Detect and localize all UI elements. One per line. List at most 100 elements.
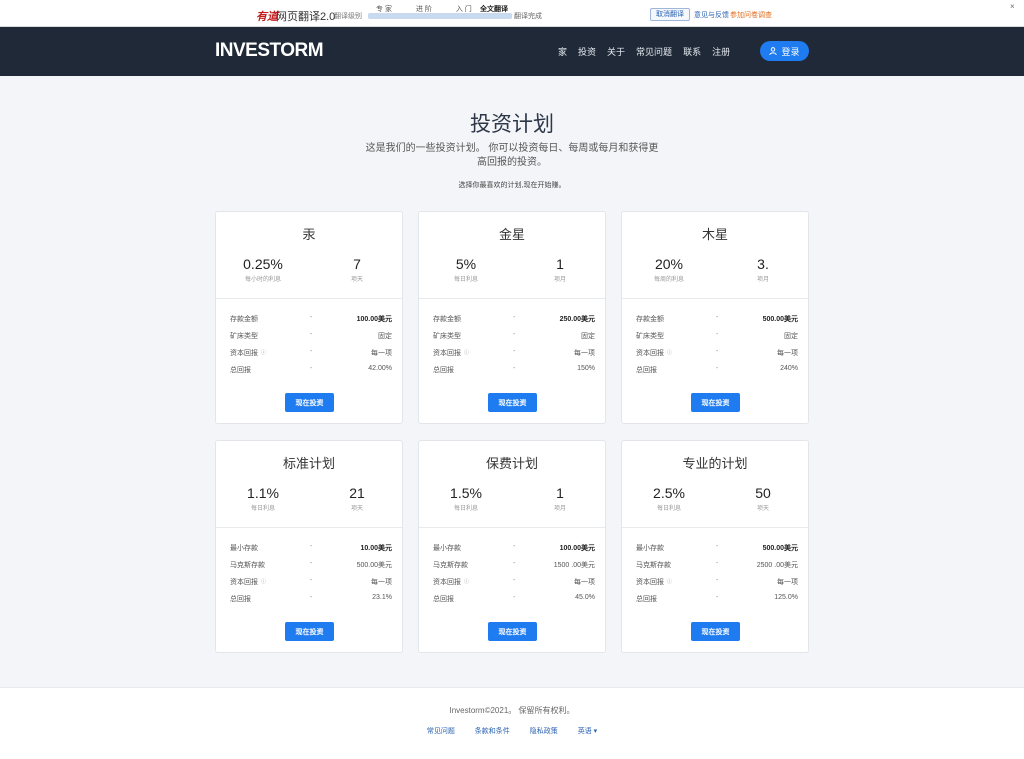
plan-row: 资本回报 ⓘ - 每一项 (636, 577, 798, 594)
plan-interest: 20% 每周的利息 (622, 256, 716, 283)
plan-row-dash: - (513, 314, 516, 321)
plan-row: 马克斯存款 - 500.00美元 (230, 560, 392, 577)
plan-row-value: 每一项 (371, 350, 392, 357)
nav-home[interactable]: 家 (558, 45, 567, 58)
plan-row-dash: - (513, 577, 516, 584)
plan-duration-value: 50 (755, 485, 771, 501)
info-icon[interactable]: ⓘ (667, 578, 672, 585)
plan-interest-label: 每周的利息 (653, 277, 684, 283)
nav-register[interactable]: 注册 (712, 45, 730, 58)
level-expert[interactable]: 专 家 (376, 6, 392, 13)
plan-row-dash: - (716, 577, 719, 584)
nav-menu: 家 投资 关于 常见问题 联系 注册 (558, 45, 741, 58)
info-icon[interactable]: ⓘ (464, 349, 469, 356)
plan-row-key: 总回报 (636, 367, 657, 374)
choose-plan-text: 选择你最喜欢的计划,现在开始赚。 (458, 182, 566, 189)
language-selector[interactable]: 英语 ▾ (578, 728, 597, 735)
plan-details: 存款金额 - 500.00美元 矿床类型 - 固定 资本回报 ⓘ - 每一项 总… (636, 314, 798, 382)
plan-row-dash: - (513, 560, 516, 567)
invest-now-button[interactable]: 现在投资 (285, 622, 334, 641)
plan-duration-label: 项天 (350, 277, 363, 283)
plan-row-dash: - (310, 331, 313, 338)
invest-now-button[interactable]: 现在投资 (488, 622, 537, 641)
youdao-logo: 有道 (256, 11, 278, 23)
toolbar-product-name: 网页翻译2.0 (276, 11, 336, 23)
plan-row-value: 500.00美元 (356, 562, 392, 569)
info-icon[interactable]: ⓘ (261, 578, 266, 585)
plan-row-key: 最小存款 (636, 545, 664, 552)
translation-status: 翻译完成 (514, 13, 542, 20)
invest-now-button[interactable]: 现在投资 (691, 622, 740, 641)
plan-row-key: 存款金额 (636, 316, 664, 323)
plan-interest-value: 1.5% (450, 485, 482, 501)
plan-row-dash: - (513, 543, 516, 550)
plan-row-key: 矿床类型 (230, 333, 258, 340)
plan-interest-value: 2.5% (653, 485, 685, 501)
level-advanced[interactable]: 进 阶 (416, 6, 432, 13)
plan-row-key: 资本回报 (636, 579, 664, 586)
plan-row-value: 42.00% (368, 365, 392, 372)
footer-privacy-link[interactable]: 隐私政策 (530, 728, 558, 735)
plan-name: 专业的计划 (682, 456, 748, 471)
plan-row: 矿床类型 - 固定 (636, 331, 798, 348)
invest-now-button[interactable]: 现在投资 (488, 393, 537, 412)
plan-row: 资本回报 ⓘ - 每一项 (433, 577, 595, 594)
plan-row-key: 存款金额 (433, 316, 461, 323)
plan-row: 马克斯存款 - 2500 .00美元 (636, 560, 798, 577)
nav-invest[interactable]: 投资 (578, 45, 596, 58)
plan-interest-label: 每日利息 (453, 506, 478, 512)
footer: Investorm©2021。 保留所有权利。 常见问题 条款和条件 隐私政策 … (0, 687, 1024, 759)
cancel-translation-button[interactable]: 取消翻译 (650, 8, 690, 21)
plan-row: 存款金额 - 100.00美元 (230, 314, 392, 331)
navbar: INVESTORM 家 投资 关于 常见问题 联系 注册 登录 (0, 27, 1024, 76)
plan-interest: 1.5% 每日利息 (419, 485, 513, 512)
site-logo[interactable]: INVESTORM (215, 40, 324, 62)
plan-card: 汞 0.25% 每小时的利息 7 项天 存款金额 - 100.00美元 矿床类型… (215, 211, 403, 424)
nav-faq[interactable]: 常见问题 (636, 45, 672, 58)
plan-row: 最小存款 - 10.00美元 (230, 543, 392, 560)
plan-interest-value: 0.25% (243, 256, 283, 272)
plan-row-value: 固定 (378, 333, 392, 340)
footer-terms-link[interactable]: 条款和条件 (475, 728, 510, 735)
plan-row-dash: - (513, 365, 516, 372)
plan-row-dash: - (310, 577, 313, 584)
login-button[interactable]: 登录 (760, 41, 809, 61)
nav-about[interactable]: 关于 (607, 45, 625, 58)
plan-row-key: 总回报 (433, 596, 454, 603)
invest-now-button[interactable]: 现在投资 (285, 393, 334, 412)
plan-interest: 2.5% 每日利息 (622, 485, 716, 512)
plan-row: 总回报 - 23.1% (230, 594, 392, 611)
footer-faq-link[interactable]: 常见问题 (427, 728, 455, 735)
plan-row: 存款金额 - 500.00美元 (636, 314, 798, 331)
plan-row-dash: - (310, 543, 313, 550)
plan-row-key: 马克斯存款 (636, 562, 671, 569)
plan-duration-value: 3. (757, 256, 769, 272)
level-beginner[interactable]: 入 门 (456, 6, 472, 13)
info-icon[interactable]: ⓘ (261, 349, 266, 356)
plan-duration-label: 项天 (756, 506, 769, 512)
plan-row-value: 固定 (784, 333, 798, 340)
feedback-link[interactable]: 意见与反馈 (694, 10, 729, 20)
plan-row-value: 2500 .00美元 (756, 562, 798, 569)
plan-row-key: 马克斯存款 (433, 562, 468, 569)
info-icon[interactable]: ⓘ (464, 578, 469, 585)
info-icon[interactable]: ⓘ (667, 349, 672, 356)
plan-divider (419, 298, 605, 299)
plan-row-dash: - (310, 348, 313, 355)
plan-duration: 50 项天 (716, 485, 810, 512)
plan-interest: 0.25% 每小时的利息 (216, 256, 310, 283)
plan-row: 总回报 - 125.0% (636, 594, 798, 611)
full-translation-label[interactable]: 全文翻译 (480, 4, 508, 14)
nav-contact[interactable]: 联系 (683, 45, 701, 58)
plan-row-value: 100.00美元 (559, 545, 595, 552)
plan-row: 资本回报 ⓘ - 每一项 (230, 577, 392, 594)
survey-link[interactable]: 参加问卷调查 (730, 10, 772, 20)
plan-details: 最小存款 - 10.00美元 马克斯存款 - 500.00美元 资本回报 ⓘ -… (230, 543, 392, 611)
plan-row-key: 最小存款 (433, 545, 461, 552)
plan-duration-value: 7 (353, 256, 361, 272)
plan-name: 保费计划 (485, 456, 538, 471)
close-icon[interactable]: × (1010, 2, 1015, 11)
plan-interest-label: 每日利息 (453, 277, 478, 283)
plan-row-dash: - (716, 560, 719, 567)
invest-now-button[interactable]: 现在投资 (691, 393, 740, 412)
